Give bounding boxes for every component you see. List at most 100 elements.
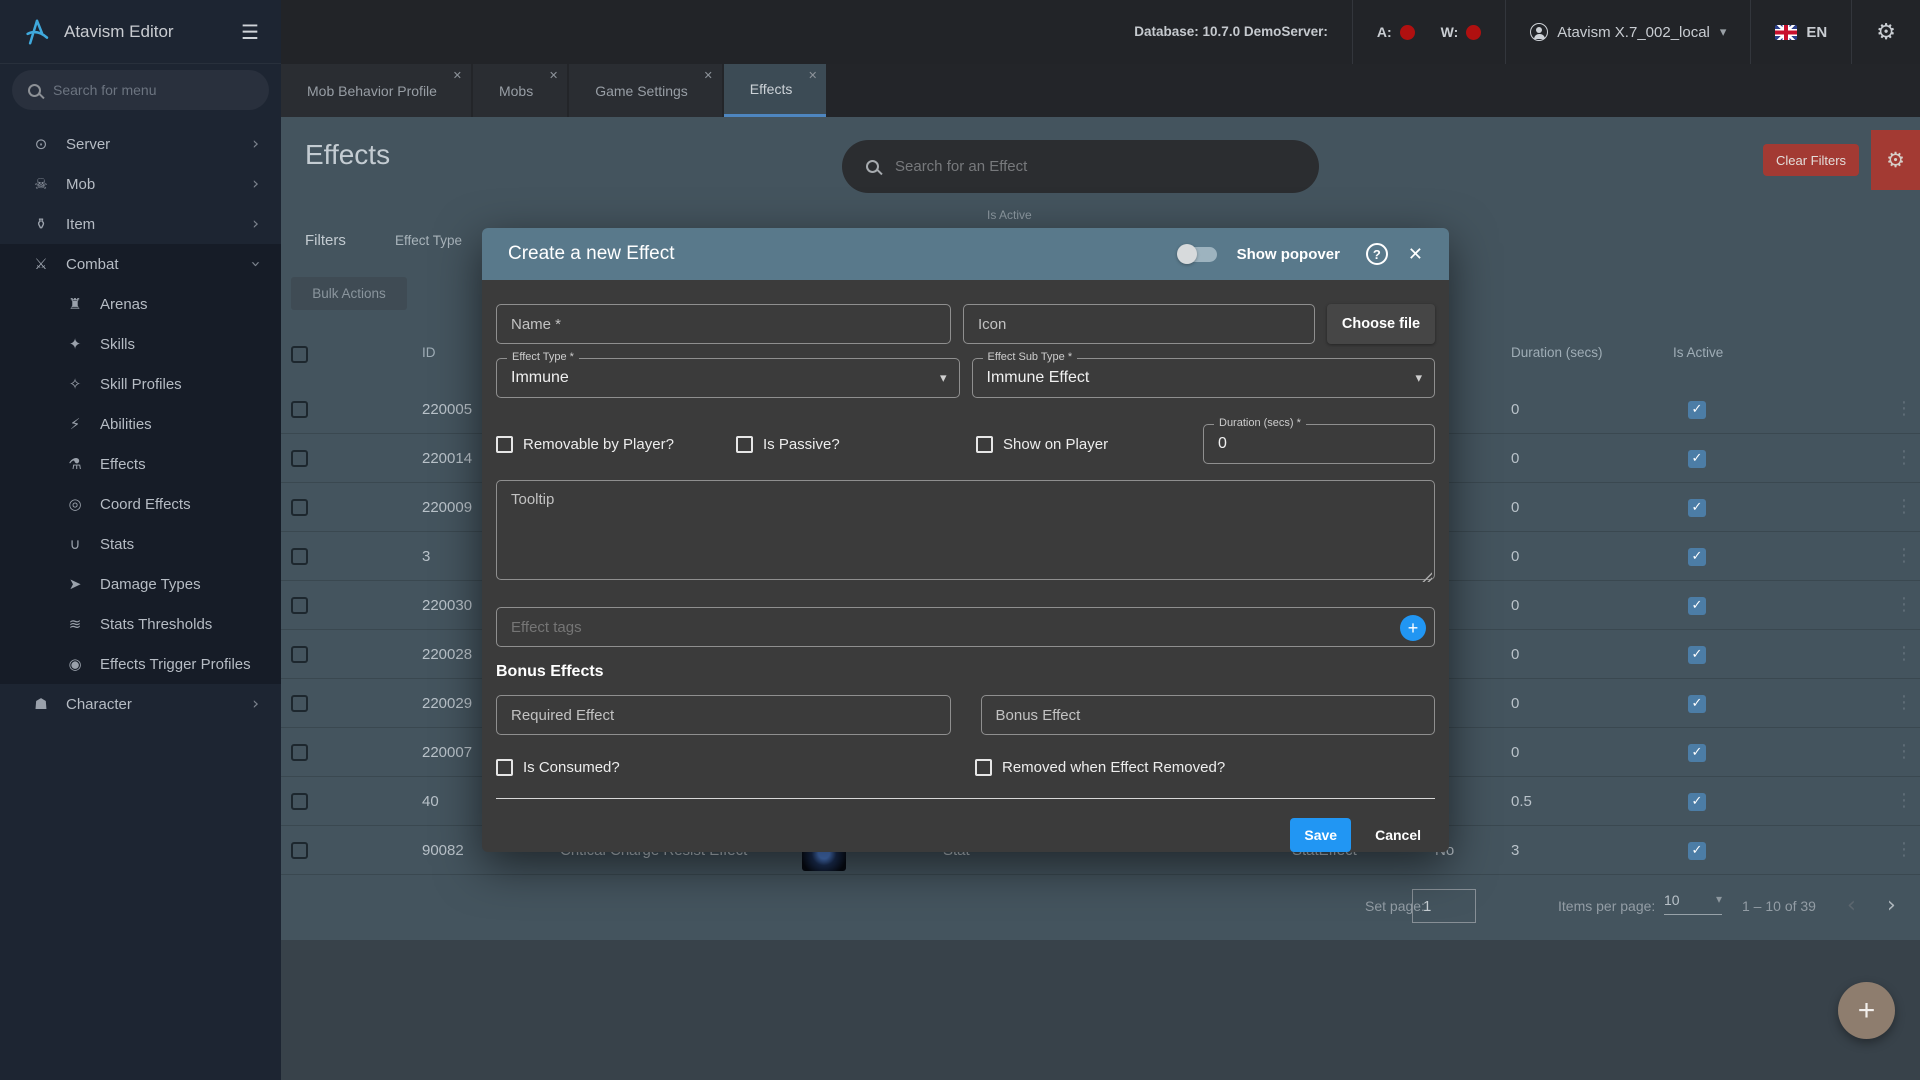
previous-page-button[interactable]: ‹: [1847, 893, 1856, 918]
effect-search-input[interactable]: [895, 158, 1295, 175]
chevron-down-icon: ▾: [1715, 892, 1722, 906]
cell-duration: 0: [1511, 401, 1520, 418]
select-all-checkbox[interactable]: [291, 346, 308, 363]
active-checkbox[interactable]: ✓: [1688, 793, 1706, 811]
is-passive-checkbox[interactable]: Is Passive?: [736, 435, 976, 453]
sidebar-item-character[interactable]: ☗ Character ›: [0, 684, 281, 724]
table-settings-button[interactable]: ⚙: [1871, 130, 1920, 190]
bonus-effect-field[interactable]: [980, 695, 1435, 735]
duration-input[interactable]: [1204, 425, 1434, 463]
close-icon[interactable]: ✕: [704, 69, 713, 82]
row-checkbox[interactable]: [291, 646, 308, 663]
row-menu-icon[interactable]: ⋮: [1889, 643, 1919, 664]
row-checkbox[interactable]: [291, 842, 308, 859]
effect-type-filter-label[interactable]: Effect Type: [395, 233, 462, 248]
add-tag-button[interactable]: +: [1400, 615, 1426, 641]
active-checkbox[interactable]: ✓: [1688, 842, 1706, 860]
sidebar-item-label: Damage Types: [100, 575, 201, 593]
save-button[interactable]: Save: [1290, 818, 1352, 852]
close-icon[interactable]: ✕: [453, 69, 462, 82]
effect-tags-input[interactable]: [497, 618, 1434, 636]
sidebar-item-coord-effects[interactable]: ◎ Coord Effects: [0, 484, 281, 524]
tab-mobs[interactable]: Mobs ✕: [472, 64, 568, 117]
choose-file-button[interactable]: Choose file: [1327, 304, 1435, 344]
name-field[interactable]: [496, 304, 952, 344]
row-checkbox[interactable]: [291, 499, 308, 516]
row-menu-icon[interactable]: ⋮: [1889, 594, 1919, 615]
sidebar-item-arenas[interactable]: ♜ Arenas: [0, 284, 281, 324]
sidebar-item-skill-profiles[interactable]: ✧ Skill Profiles: [0, 364, 281, 404]
effect-tags-field[interactable]: +: [496, 607, 1435, 647]
sidebar-item-stats-thresholds[interactable]: ≋ Stats Thresholds: [0, 604, 281, 644]
next-page-button[interactable]: ›: [1887, 893, 1896, 918]
show-popover-toggle[interactable]: [1176, 243, 1217, 264]
row-menu-icon[interactable]: ⋮: [1889, 741, 1919, 762]
help-icon[interactable]: ?: [1365, 243, 1388, 265]
close-icon[interactable]: ✕: [808, 69, 817, 82]
row-checkbox[interactable]: [291, 548, 308, 565]
icon-field[interactable]: [963, 304, 1315, 344]
row-checkbox[interactable]: [291, 744, 308, 761]
sidebar-item-effects-trigger-profiles[interactable]: ◉ Effects Trigger Profiles: [0, 644, 281, 684]
sidebar-item-item[interactable]: ⚱ Item ›: [0, 204, 281, 244]
sidebar-item-mob[interactable]: ☠ Mob ›: [0, 164, 281, 204]
row-checkbox[interactable]: [291, 597, 308, 614]
close-icon[interactable]: ✕: [549, 69, 558, 82]
effect-search[interactable]: [842, 140, 1319, 193]
account-menu[interactable]: Atavism X.7_002_local ▾: [1505, 0, 1750, 64]
tooltip-textarea[interactable]: [496, 480, 1435, 580]
active-checkbox[interactable]: ✓: [1688, 499, 1706, 517]
sidebar-search[interactable]: [12, 70, 269, 110]
active-checkbox[interactable]: ✓: [1688, 646, 1706, 664]
row-checkbox[interactable]: [291, 450, 308, 467]
show-on-player-checkbox[interactable]: Show on Player: [976, 435, 1108, 453]
row-menu-icon[interactable]: ⋮: [1889, 398, 1919, 419]
sidebar-item-skills[interactable]: ✦ Skills: [0, 324, 281, 364]
removed-when-checkbox[interactable]: Removed when Effect Removed?: [975, 759, 1225, 776]
cancel-button[interactable]: Cancel: [1375, 827, 1421, 843]
row-checkbox[interactable]: [291, 695, 308, 712]
sidebar-item-server[interactable]: ⊙ Server ›: [0, 124, 281, 164]
row-checkbox[interactable]: [291, 793, 308, 810]
row-menu-icon[interactable]: ⋮: [1889, 447, 1919, 468]
row-menu-icon[interactable]: ⋮: [1889, 839, 1919, 860]
tab-game-settings[interactable]: Game Settings ✕: [569, 64, 722, 117]
removable-checkbox[interactable]: Removable by Player?: [496, 435, 736, 453]
row-menu-icon[interactable]: ⋮: [1889, 545, 1919, 566]
set-page-input[interactable]: [1412, 889, 1476, 923]
effect-type-select[interactable]: Effect Type * Immune ▾: [496, 351, 960, 398]
row-checkbox[interactable]: [291, 401, 308, 418]
close-icon[interactable]: ✕: [1408, 244, 1423, 265]
sidebar-item-abilities[interactable]: ⚡ Abilities: [0, 404, 281, 444]
bulk-actions-button[interactable]: Bulk Actions: [291, 277, 407, 310]
hamburger-menu-icon[interactable]: ☰: [241, 20, 259, 44]
required-effect-field[interactable]: [496, 695, 951, 735]
column-header-id[interactable]: ID: [422, 345, 436, 360]
column-header-is-active[interactable]: Is Active: [1673, 345, 1723, 360]
active-checkbox[interactable]: ✓: [1688, 744, 1706, 762]
active-checkbox[interactable]: ✓: [1688, 548, 1706, 566]
items-per-page-select[interactable]: 10 ▾: [1664, 892, 1722, 915]
settings-menu[interactable]: ⚙: [1851, 0, 1920, 64]
effect-sub-type-select[interactable]: Effect Sub Type * Immune Effect ▾: [971, 351, 1435, 398]
row-menu-icon[interactable]: ⋮: [1889, 790, 1919, 811]
sidebar-item-damage-types[interactable]: ➤ Damage Types: [0, 564, 281, 604]
is-consumed-checkbox[interactable]: Is Consumed?: [496, 759, 975, 776]
row-menu-icon[interactable]: ⋮: [1889, 496, 1919, 517]
column-header-duration[interactable]: Duration (secs): [1511, 345, 1603, 360]
active-checkbox[interactable]: ✓: [1688, 401, 1706, 419]
tab-effects[interactable]: Effects ✕: [723, 64, 827, 117]
tab-mob-behavior-profile[interactable]: Mob Behavior Profile ✕: [281, 64, 471, 117]
sidebar-item-stats[interactable]: ∪ Stats: [0, 524, 281, 564]
duration-field[interactable]: Duration (secs) *: [1203, 417, 1435, 464]
active-checkbox[interactable]: ✓: [1688, 695, 1706, 713]
row-menu-icon[interactable]: ⋮: [1889, 692, 1919, 713]
sidebar-search-input[interactable]: [53, 82, 253, 98]
sidebar-item-effects[interactable]: ⚗ Effects: [0, 444, 281, 484]
clear-filters-button[interactable]: Clear Filters: [1763, 144, 1859, 176]
add-effect-fab[interactable]: +: [1838, 982, 1895, 1039]
active-checkbox[interactable]: ✓: [1688, 597, 1706, 615]
active-checkbox[interactable]: ✓: [1688, 450, 1706, 468]
language-selector[interactable]: EN: [1750, 0, 1851, 64]
sidebar-item-combat[interactable]: ⚔ Combat ›: [0, 244, 281, 284]
